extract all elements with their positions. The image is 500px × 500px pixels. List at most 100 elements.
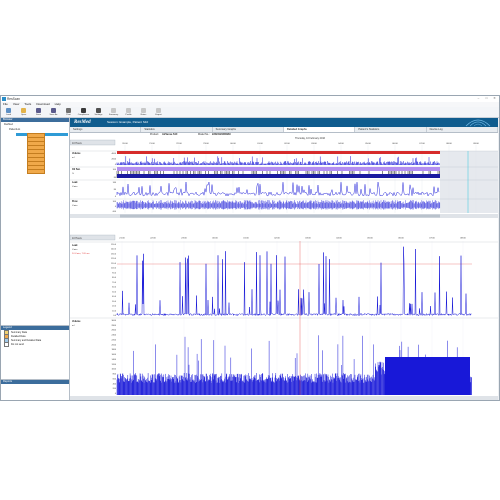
brand-banner: ResMed Session: Example, Patient S10 <box>70 118 498 127</box>
overview-time-tick: 01:00 <box>257 143 263 145</box>
overview-time-tick: 03:00 <box>311 143 317 145</box>
app-window: ResScan – □ ✕ File View Tools Download H… <box>0 95 500 401</box>
toolbar-button[interactable]: Compliance <box>78 107 89 117</box>
detail-leak-scale-tick: 150.0 <box>111 244 117 246</box>
detail-time-tick: 04:00 <box>336 238 342 240</box>
detail-time-tick: 23:00 <box>181 238 187 240</box>
overview-time-tick: 05:00 <box>365 143 371 145</box>
toolbar-button[interactable]: Settings <box>93 107 104 117</box>
detail-leak-scale-tick: 100.0 <box>111 268 117 270</box>
toolbar-button[interactable]: Summary <box>108 107 119 117</box>
compliance-icon <box>81 108 86 113</box>
detail-time-tick: 06:00 <box>398 238 404 240</box>
detail-time-tick: 07:00 <box>429 238 435 240</box>
overview-time-tick: 20:00 <box>122 143 128 145</box>
legend-label: Summary and Detailed Data <box>11 338 42 342</box>
print-icon <box>66 108 71 113</box>
reports-panel: Reports <box>1 379 69 400</box>
window-title: ResScan <box>7 97 20 101</box>
legend-item: Do not send <box>1 341 69 347</box>
overview-background <box>70 136 498 233</box>
toolbar-button[interactable]: Open <box>18 107 29 117</box>
legend-panel: Legend Summary Data Detailed Data Summary … <box>1 325 69 380</box>
overview-time-tick: 09:00 <box>473 143 479 145</box>
overview-time-tick: 07:00 <box>419 143 425 145</box>
toolbar-button[interactable]: Notes <box>138 107 149 117</box>
toolbar-button-label: Save <box>36 113 41 116</box>
detail-time-tick: 22:00 <box>150 238 156 240</box>
overview-time-tick: 23:00 <box>203 143 209 145</box>
resmed-logo: ResMed <box>74 119 91 125</box>
summary-icon <box>111 108 116 113</box>
patient-title: Session: Example, Patient S10 <box>107 119 149 124</box>
toolbar-button-label: Print <box>66 113 71 116</box>
toolbar-button-label: Save As <box>49 113 58 116</box>
detail-time-tick: 01:00 <box>243 238 249 240</box>
overview-row-title: Volume <box>72 152 81 155</box>
toolbar-button-label: Compliance <box>77 113 90 116</box>
detail-range-label: 10 Hours <box>72 237 83 240</box>
detail-chart[interactable]: 10 Hours 21:00 22:00 23:00 00:00 01:00 02:00 03… <box>70 233 498 400</box>
detail-time-tick: 08:00 <box>460 238 466 240</box>
overview-row-unit: L/min <box>72 186 78 188</box>
main-panel: ResMed Session: Example, Patient S10 Set… <box>70 118 498 400</box>
toolbar-button-label: Load <box>6 113 11 116</box>
overview-row-title: Flow <box>72 200 78 203</box>
overview-row-title: O2 Sat. <box>72 168 81 171</box>
toolbar-button[interactable]: Print <box>63 107 74 117</box>
maximize-button[interactable]: □ <box>484 97 489 100</box>
patient-tree: ResMed PatientList <box>1 122 69 313</box>
overview-time-tick: 22:00 <box>176 143 182 145</box>
overview-row-unit: % <box>72 173 74 175</box>
notes-icon <box>141 108 146 113</box>
settings-icon <box>96 108 101 113</box>
detail-leak-unit: L/min <box>72 249 78 251</box>
toolbar-button-label: Export <box>155 113 162 116</box>
legend-label: Do not send <box>11 342 24 346</box>
toolbar: Load Open Save Save As Print Compliance Settin… <box>1 107 499 118</box>
detail-volume-title: Volume <box>72 320 81 323</box>
toolbar-button[interactable]: Load <box>3 107 14 117</box>
overview-time-tick: 21:00 <box>149 143 155 145</box>
toolbar-button-label: Profile <box>125 113 132 116</box>
overview-chart[interactable]: 10 Hours Thursday, 10 February 2016 20:00 2… <box>70 136 498 233</box>
toolbar-button[interactable]: Save <box>33 107 44 117</box>
minimize-button[interactable]: – <box>476 97 481 100</box>
save-as-icon <box>51 108 56 113</box>
tree-session-item[interactable] <box>27 169 45 174</box>
toolbar-button[interactable]: Export <box>153 107 164 117</box>
overview-date: Thursday, 10 February 2016 <box>295 137 326 140</box>
brand-swirl-icon <box>465 119 491 127</box>
overview-o2-baseline <box>117 174 440 178</box>
overview-time-tick: 02:00 <box>284 143 290 145</box>
detail-leak-marker-readout: 24 L/min, 7:20 am <box>72 253 90 255</box>
overview-time-tick: 00:00 <box>230 143 236 145</box>
profile-icon <box>126 108 131 113</box>
toolbar-button-label: Summary <box>108 113 119 116</box>
tree-root[interactable]: ResMed <box>4 123 13 126</box>
o2-band <box>117 167 440 171</box>
legend-label: Summary Data <box>11 330 27 334</box>
legend-label: Detailed Data <box>11 334 26 338</box>
detail-scrollbar[interactable] <box>70 396 498 400</box>
tree-patient-list[interactable]: PatientList <box>9 128 20 131</box>
detail-leak-scale-tick: 130.0 <box>111 253 117 255</box>
toolbar-button[interactable]: Profile <box>123 107 134 117</box>
toolbar-button-label: Settings <box>94 113 103 116</box>
volume-band <box>117 151 440 154</box>
detail-time-tick: 03:00 <box>305 238 311 240</box>
detail-leak-title: Leak <box>72 244 78 247</box>
overview-time-tick: 08:00 <box>446 143 452 145</box>
detail-time-tick: 05:00 <box>367 238 373 240</box>
overview-time-tick: 04:00 <box>338 143 344 145</box>
save-icon <box>36 108 41 113</box>
toolbar-button-label: Open <box>20 113 27 116</box>
overview-scroll-thumb[interactable] <box>120 214 440 218</box>
toolbar-button[interactable]: Save As <box>48 107 59 117</box>
detail-time-tick: 02:00 <box>274 238 280 240</box>
reports-header: Reports <box>1 380 69 384</box>
toolbar-button-label: Notes <box>140 113 147 116</box>
app-icon <box>2 97 6 101</box>
close-button[interactable]: ✕ <box>492 97 497 100</box>
detail-volume-dense-region <box>385 357 470 395</box>
